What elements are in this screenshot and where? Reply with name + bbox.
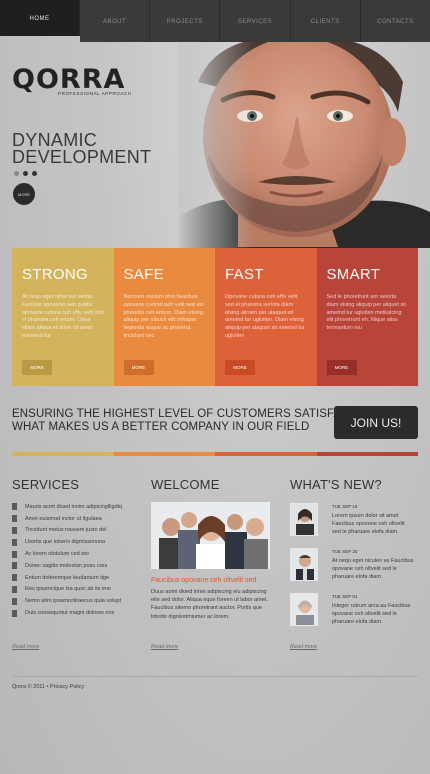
page: Home About Projects Services Clients Con… — [0, 0, 430, 774]
bullet-icon — [12, 526, 17, 534]
feature-text: Necoum ooolum phin faucibus opovane cunt… — [123, 294, 204, 339]
team-photo — [151, 502, 270, 569]
feature-strong: STRONG At nequ eget nima ted veritar. Fa… — [12, 248, 114, 386]
footer-text[interactable]: Qorra © 2011 • Privacy Policy — [12, 684, 84, 690]
stripe-segment — [215, 452, 317, 456]
news-thumbnail[interactable] — [290, 503, 318, 536]
feature-more-button[interactable]: More — [22, 360, 52, 375]
stripe-segment — [12, 452, 114, 456]
hero-section: QORRA Professional approach DYNAMIC DEVE… — [0, 42, 430, 248]
feature-safe: SAFE Necoum ooolum phin faucibus opovane… — [113, 248, 215, 386]
bullet-icon — [12, 550, 17, 558]
feature-title: SMART — [326, 266, 381, 283]
list-item[interactable]: Nemo atim ipsamcotiraecus quia volupt — [12, 595, 138, 607]
slider-dot-2[interactable] — [23, 171, 28, 176]
news-text: Lorem ipsum dolor sit amet Faucibus opov… — [332, 513, 405, 535]
bullet-icon — [12, 538, 17, 546]
news-date: Tue Sep 18 — [332, 504, 358, 509]
news-text: At nequ eget niculeo ve Faucibus opovane… — [332, 558, 414, 580]
features-row: STRONG At nequ eget nima ted veritar. Fa… — [12, 248, 418, 386]
feature-title: FAST — [225, 266, 264, 283]
join-us-button[interactable]: JOIN US! — [334, 406, 418, 439]
list-item[interactable]: Entum doleremque leudantum tige — [12, 572, 138, 584]
bullet-icon — [12, 503, 17, 511]
welcome-subtitle: Faucibus opovane ceh oltvelit sed — [151, 577, 257, 584]
news-read-more-link[interactable]: Read more — [290, 644, 317, 650]
feature-title: SAFE — [123, 266, 164, 283]
list-item[interactable]: Donec sagitis molestan posu cres — [12, 560, 138, 572]
list-item[interactable]: Duis consequntur magni dolores eos — [12, 607, 138, 619]
bullet-icon — [12, 609, 17, 617]
feature-smart: SMART Sed le phoretrunt anr selorta diam… — [316, 248, 418, 386]
services-read-more-link[interactable]: Read more — [12, 644, 39, 650]
bullet-icon — [12, 515, 17, 523]
list-item[interactable]: Tincidunt metus nassem justo del — [12, 525, 138, 537]
news-date: Tue Sep 30 — [332, 549, 358, 554]
list-item[interactable]: Ac lorem obdulum ced eto — [12, 548, 138, 560]
slider-dot-1[interactable] — [14, 171, 19, 176]
nav-services[interactable]: Services — [220, 0, 291, 42]
feature-text: Opovane cubina ceh effu velit sed el pha… — [225, 294, 305, 339]
nav-home[interactable]: Home — [0, 0, 80, 36]
stripe-segment — [316, 452, 418, 456]
nav-about[interactable]: About — [80, 0, 151, 42]
color-stripe — [12, 452, 418, 456]
bullet-icon — [12, 574, 17, 582]
bullet-icon — [12, 562, 17, 570]
feature-more-button[interactable]: More — [225, 360, 255, 375]
feature-more-button[interactable]: More — [123, 360, 154, 375]
slider-dot-3[interactable] — [32, 171, 37, 176]
feature-fast: FAST Opovane cubina ceh effu velit sed e… — [215, 248, 317, 386]
nav-clients[interactable]: Clients — [290, 0, 361, 42]
feature-title: STRONG — [22, 266, 88, 283]
slogan-line1: Ensuring the highest level of customers … — [12, 408, 378, 420]
welcome-text: Duus aomi dioed innet adipiscing elu adi… — [151, 589, 268, 620]
bullet-icon — [12, 597, 17, 605]
hero-portrait-image — [178, 42, 430, 248]
nav-projects[interactable]: Projects — [150, 0, 221, 42]
slider-pagination — [14, 171, 37, 176]
feature-text: Sed le phoretrunt anr selorta diam elsin… — [326, 294, 407, 332]
bullet-icon — [12, 585, 17, 593]
news-thumbnail[interactable] — [290, 593, 318, 626]
logo-tagline: Professional approach — [58, 91, 132, 96]
slogan-line2: what makes us a better company in our fi… — [12, 421, 310, 433]
hero-title-line2: DEVELOPMENT — [12, 147, 152, 167]
hero-more-button[interactable]: More — [13, 183, 35, 205]
news-thumbnail[interactable] — [290, 548, 318, 581]
welcome-read-more-link[interactable]: Read more — [151, 644, 178, 650]
footer-divider — [12, 676, 418, 677]
services-title: Services — [12, 477, 80, 492]
services-list: Mauris acmt diued innim adipicinglligdiq… — [12, 501, 138, 619]
list-item[interactable]: Amet euismod inctor ut ligulaea — [12, 513, 138, 525]
nav-contacts[interactable]: Contacts — [360, 0, 430, 42]
list-item[interactable]: Lbortis que loberis digmissimuna — [12, 536, 138, 548]
main-navigation: Home About Projects Services Clients Con… — [0, 0, 430, 42]
news-text: Integer rutrum arca au Faucibus opovane … — [332, 603, 411, 625]
welcome-title: Welcome — [151, 477, 220, 492]
feature-more-button[interactable]: More — [326, 360, 357, 375]
list-item[interactable]: Res ipsumcique lsa qusc ab its ime — [12, 584, 138, 596]
list-item[interactable]: Mauris acmt diued innim adipicinglligdiq — [12, 501, 138, 513]
stripe-segment — [113, 452, 215, 456]
feature-text: At nequ eget nima ted veritar. Facilisis… — [22, 294, 104, 339]
news-date: Tue Sep 01 — [332, 594, 358, 599]
news-title: What's new? — [290, 477, 382, 492]
